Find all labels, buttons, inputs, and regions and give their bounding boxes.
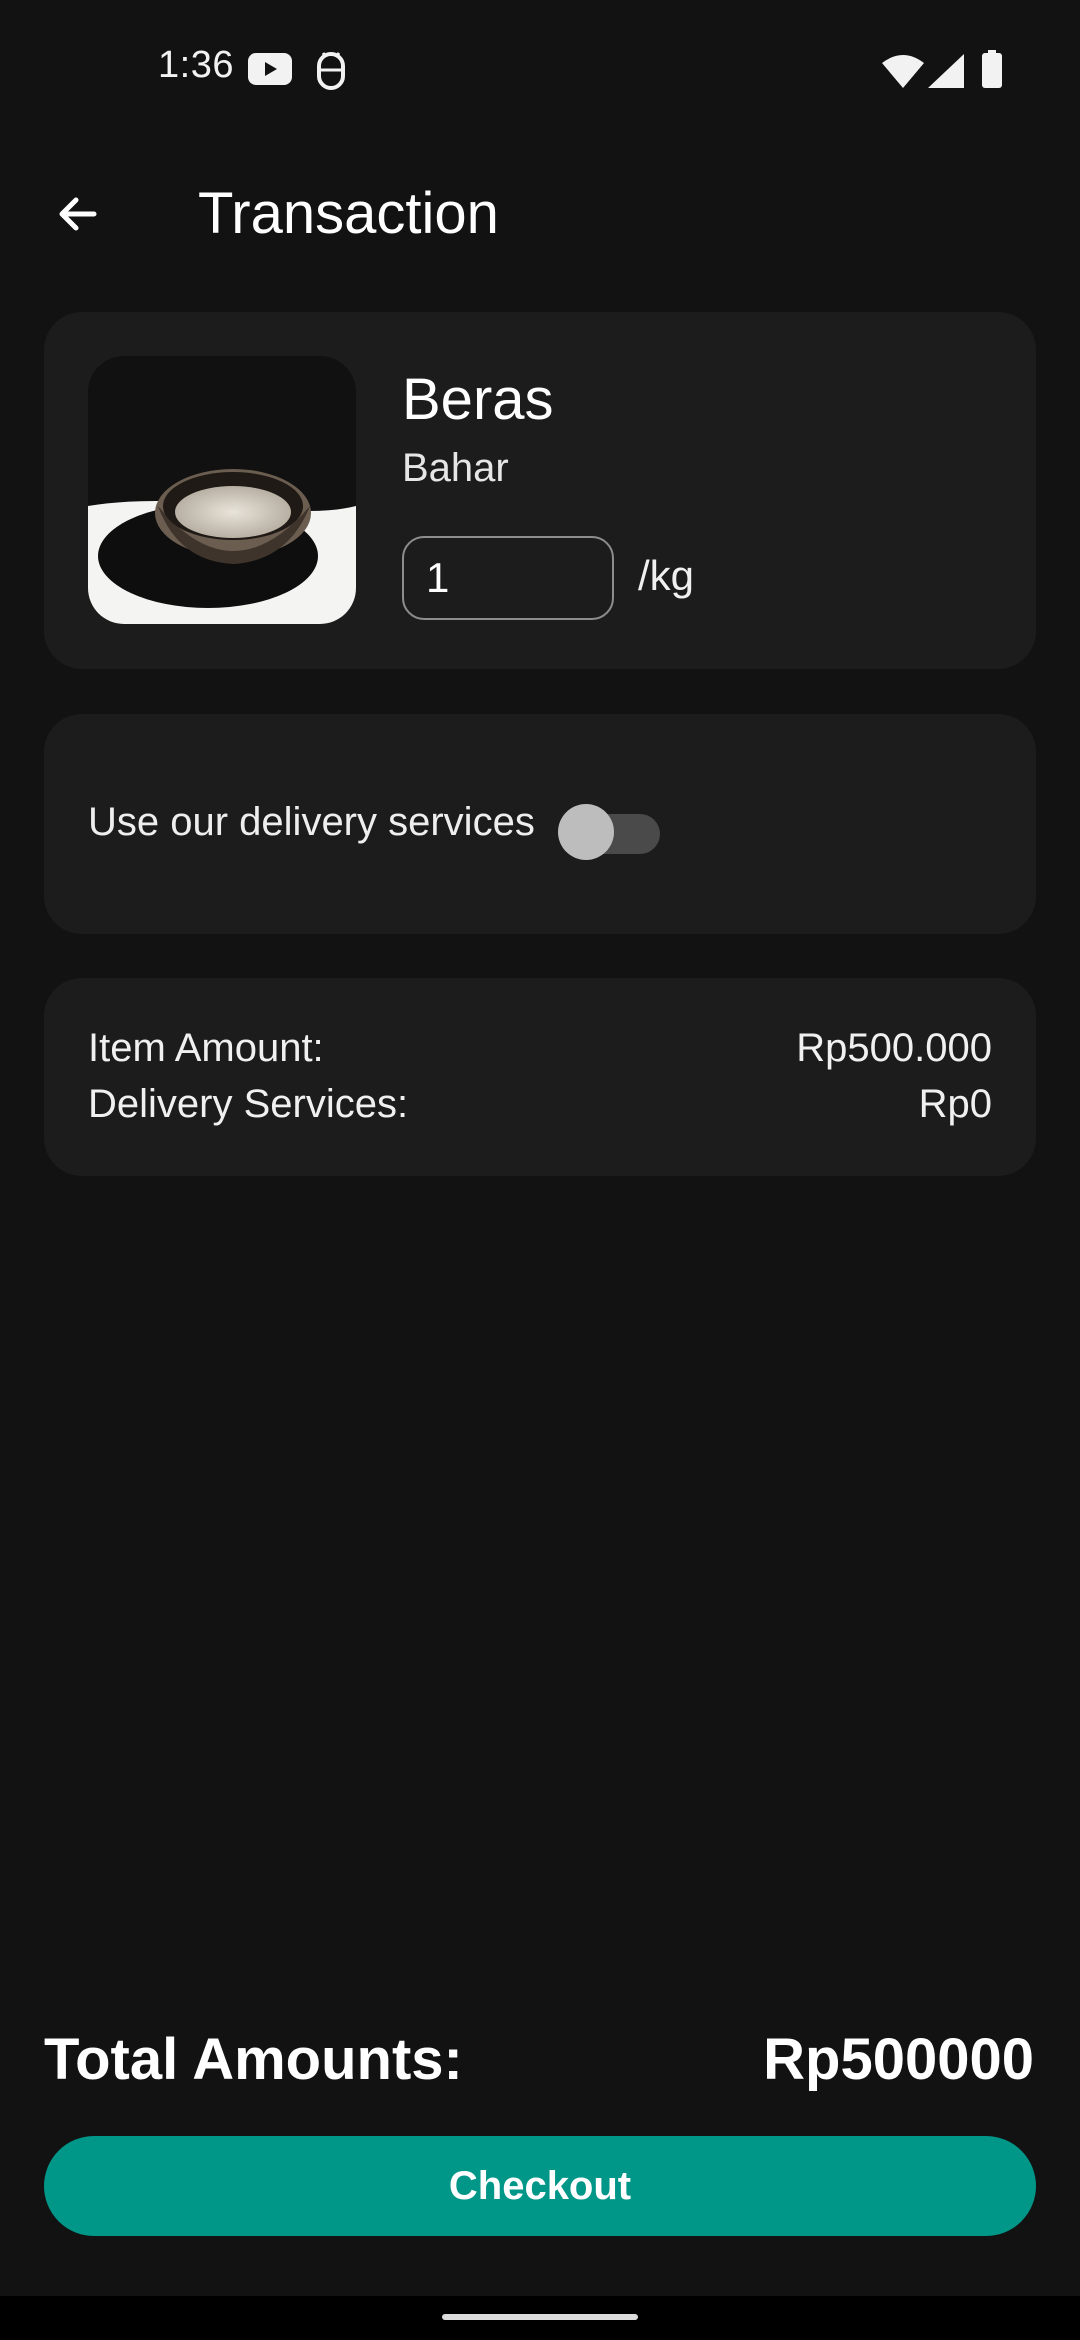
toggle-thumb xyxy=(558,804,614,860)
delivery-services-row: Delivery Services: Rp0 xyxy=(88,1082,992,1134)
product-seller: Bahar xyxy=(402,446,509,490)
page-title: Transaction xyxy=(198,181,499,246)
gesture-handle[interactable] xyxy=(442,2314,638,2320)
unit-label: /kg xyxy=(638,552,695,599)
transaction-screen: 1:36 Transaction Beras Bahar 1 /kg Use o… xyxy=(0,0,1080,2340)
status-bar: 1:36 xyxy=(0,0,1080,140)
checkout-button[interactable]: Checkout xyxy=(44,2136,1036,2236)
delivery-card: Use our delivery services xyxy=(44,714,1036,934)
product-image xyxy=(88,356,356,624)
delivery-label: Use our delivery services xyxy=(88,800,535,844)
item-amount-row: Item Amount: Rp500.000 xyxy=(88,1026,992,1078)
total-value: Rp500000 xyxy=(763,2027,1034,2092)
total-label: Total Amounts: xyxy=(44,2027,463,2092)
cellular-signal-icon xyxy=(928,54,964,88)
delivery-toggle[interactable] xyxy=(558,796,660,860)
back-button[interactable] xyxy=(36,178,120,250)
arrow-back-icon xyxy=(59,197,97,231)
summary-card: Item Amount: Rp500.000 Delivery Services… xyxy=(44,978,1036,1176)
quantity-input[interactable] xyxy=(402,536,614,620)
youtube-icon xyxy=(248,53,292,85)
status-time: 1:36 xyxy=(158,44,234,86)
rice-bowl-image xyxy=(88,356,356,624)
delivery-services-label: Delivery Services: xyxy=(88,1082,409,1126)
delivery-services-value: Rp0 xyxy=(918,1082,992,1126)
product-name: Beras xyxy=(402,367,554,432)
wifi-icon xyxy=(882,55,924,88)
battery-icon xyxy=(982,50,1002,88)
android-debug-icon xyxy=(317,52,345,90)
product-card: Beras Bahar /kg xyxy=(44,312,1036,669)
app-bar: Transaction xyxy=(0,150,1080,280)
navigation-bar xyxy=(0,2296,1080,2340)
item-amount-value: Rp500.000 xyxy=(796,1026,992,1070)
item-amount-label: Item Amount: xyxy=(88,1026,324,1070)
